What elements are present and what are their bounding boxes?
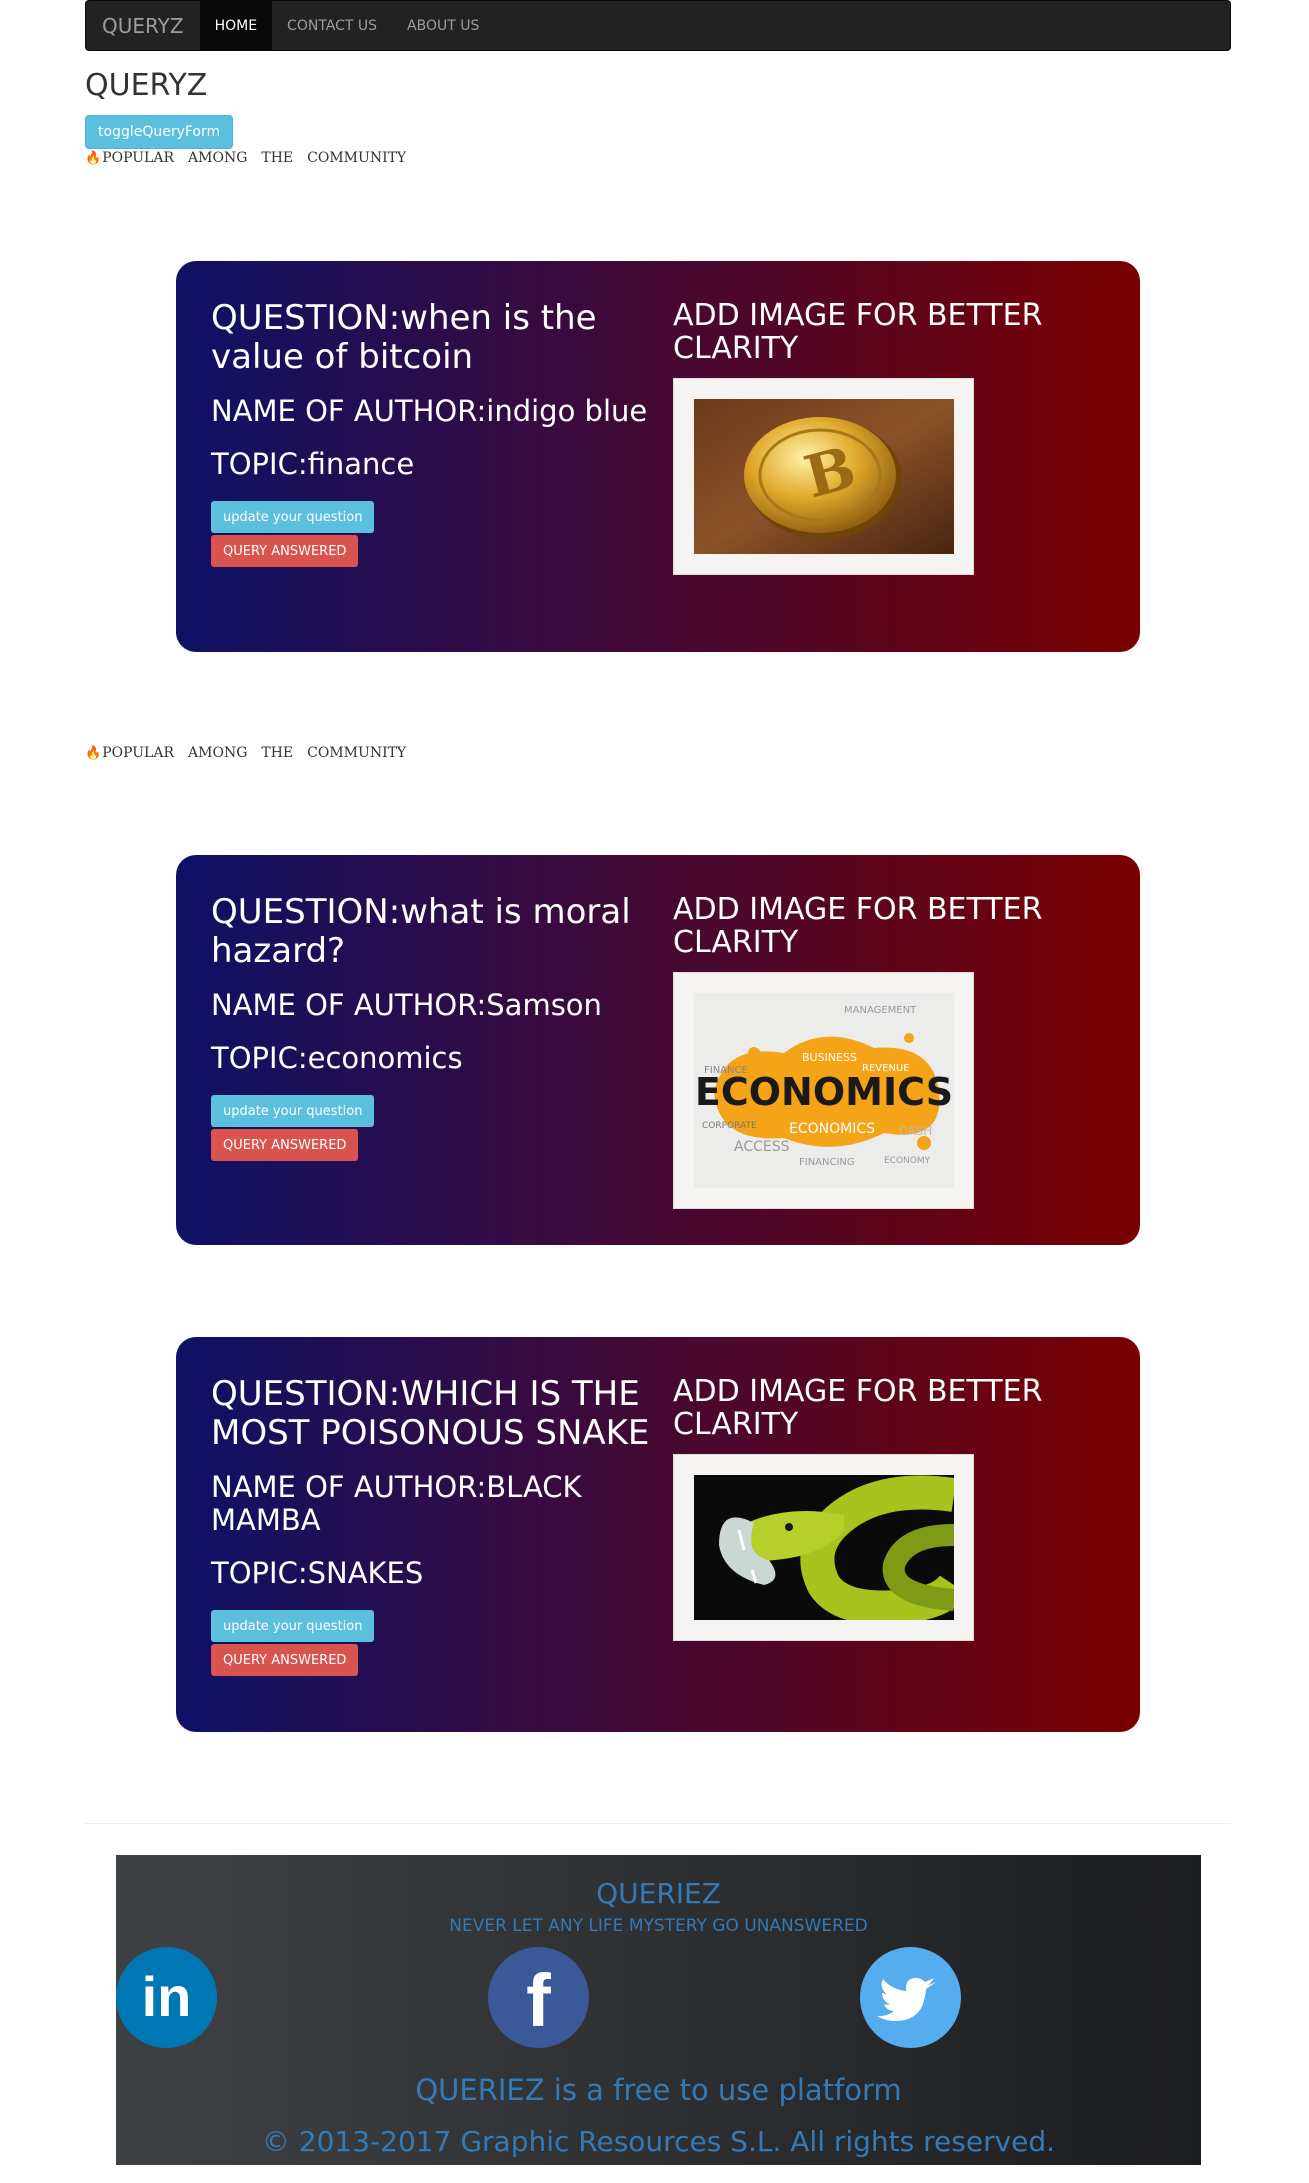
linkedin-glyph: in xyxy=(141,1965,192,2028)
image-word: ECONOMICS xyxy=(789,1121,875,1137)
image-word-main: ECONOMICS xyxy=(695,1070,953,1114)
bitcoin-image: B xyxy=(694,399,954,554)
question-text: QUESTION:WHICH IS THE MOST POISONOUS SNA… xyxy=(211,1374,650,1453)
image-word: CORPORATE xyxy=(702,1121,757,1131)
image-word: BUSINESS xyxy=(802,1051,857,1064)
query-answered-button[interactable]: QUERY ANSWERED xyxy=(211,535,359,567)
top-navbar: QUERYZ HOME CONTACT US ABOUT US xyxy=(85,0,1231,51)
image-word: REVENUE xyxy=(862,1063,910,1074)
popular-word: THE xyxy=(261,745,294,761)
add-image-heading: ADD IMAGE FOR BETTER CLARITY xyxy=(673,298,1043,366)
twitter-icon[interactable] xyxy=(860,1947,961,2048)
footer-divider xyxy=(85,1823,1231,1824)
topic-text: TOPIC:finance xyxy=(211,447,415,481)
popular-word: POPULAR xyxy=(102,745,175,761)
query-answered-button[interactable]: QUERY ANSWERED xyxy=(211,1644,359,1676)
footer-free-text: QUERIEZ is a free to use platform xyxy=(415,2073,902,2107)
question-text: QUESTION:what is moral hazard? xyxy=(211,892,631,971)
nav-home[interactable]: HOME xyxy=(199,1,273,50)
nav-about-us[interactable]: ABOUT US xyxy=(392,1,494,50)
author-text: NAME OF AUTHOR:Samson xyxy=(211,988,602,1022)
image-word: MANAGEMENT xyxy=(844,1005,917,1016)
snake-image xyxy=(694,1475,954,1620)
image-word: FINANCING xyxy=(799,1157,855,1168)
question-image-frame: ECONOMICS MANAGEMENT BUSINESS FINANCE RE… xyxy=(673,972,974,1209)
image-word: FINANCE xyxy=(704,1065,748,1076)
author-text: NAME OF AUTHOR:indigo blue xyxy=(211,394,648,428)
question-image-frame xyxy=(673,1454,974,1641)
footer-title: QUERIEZ xyxy=(596,1877,721,1910)
site-footer: QUERIEZ NEVER LET ANY LIFE MYSTERY GO UN… xyxy=(116,1855,1201,2165)
popular-word: COMMUNITY xyxy=(307,150,407,166)
popular-heading: 🔥 POPULAR AMONG THE COMMUNITY xyxy=(85,150,406,166)
footer-subtitle: NEVER LET ANY LIFE MYSTERY GO UNANSWERED xyxy=(449,1916,868,1936)
page-title: QUERYZ xyxy=(85,68,208,103)
query-card: QUESTION:when is the value of bitcoin NA… xyxy=(176,261,1140,652)
navbar-brand[interactable]: QUERYZ xyxy=(86,1,200,50)
twitter-bird-icon xyxy=(877,1978,936,2021)
fire-icon: 🔥 xyxy=(85,150,102,166)
add-image-heading: ADD IMAGE FOR BETTER CLARITY xyxy=(673,1374,1043,1442)
facebook-glyph: f xyxy=(526,1959,551,2042)
popular-word: THE xyxy=(261,150,294,166)
image-word: CASH xyxy=(899,1124,932,1138)
update-question-button[interactable]: update your question xyxy=(211,1095,375,1127)
topic-text: TOPIC:SNAKES xyxy=(211,1556,424,1590)
toggle-query-form-button[interactable]: toggleQueryForm xyxy=(85,115,234,149)
author-text: NAME OF AUTHOR:BLACK MAMBA xyxy=(211,1470,582,1537)
query-answered-button[interactable]: QUERY ANSWERED xyxy=(211,1129,359,1161)
query-card: QUESTION:WHICH IS THE MOST POISONOUS SNA… xyxy=(176,1337,1140,1732)
image-word: ECONOMY xyxy=(884,1156,931,1166)
question-image-frame: B xyxy=(673,378,974,575)
image-word: ACCESS xyxy=(734,1139,790,1155)
popular-word: AMONG xyxy=(188,745,248,761)
popular-word: POPULAR xyxy=(102,150,175,166)
update-question-button[interactable]: update your question xyxy=(211,501,375,533)
topic-text: TOPIC:economics xyxy=(211,1041,463,1075)
popular-heading: 🔥 POPULAR AMONG THE COMMUNITY xyxy=(85,745,406,761)
facebook-icon[interactable]: f xyxy=(488,1947,589,2048)
update-question-button[interactable]: update your question xyxy=(211,1610,375,1642)
footer-copyright: © 2013-2017 Graphic Resources S.L. All r… xyxy=(261,2125,1056,2158)
economics-image: ECONOMICS MANAGEMENT BUSINESS FINANCE RE… xyxy=(694,993,954,1188)
linkedin-icon[interactable]: in xyxy=(116,1947,217,2048)
add-image-heading: ADD IMAGE FOR BETTER CLARITY xyxy=(673,892,1043,960)
query-card: QUESTION:what is moral hazard? NAME OF A… xyxy=(176,855,1140,1245)
question-text: QUESTION:when is the value of bitcoin xyxy=(211,298,597,377)
fire-icon: 🔥 xyxy=(85,745,102,761)
popular-word: AMONG xyxy=(188,150,248,166)
nav-contact-us[interactable]: CONTACT US xyxy=(272,1,392,50)
popular-word: COMMUNITY xyxy=(307,745,407,761)
